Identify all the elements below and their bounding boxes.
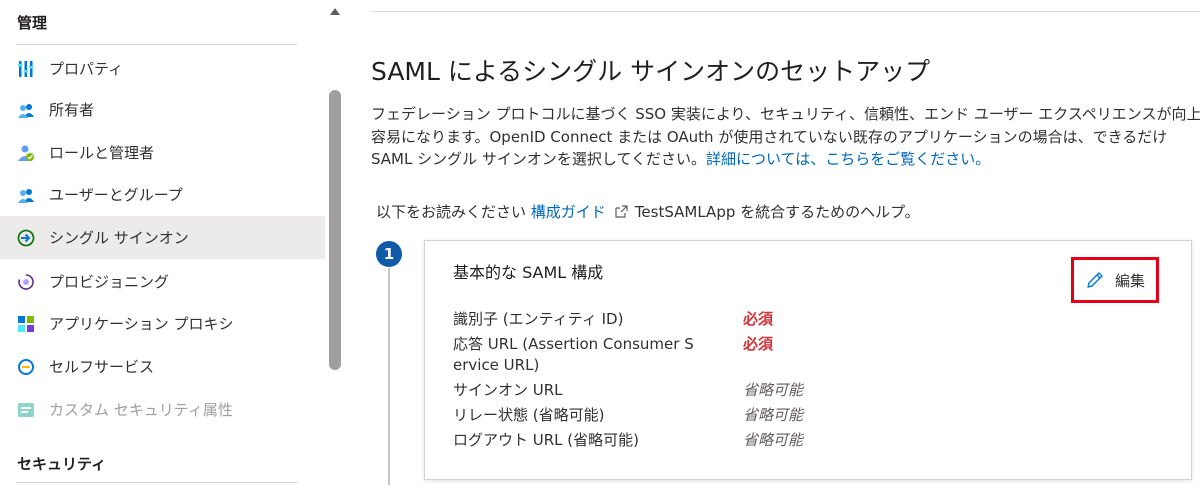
guide-prefix: 以下をお読みください: [376, 203, 527, 221]
self-service-icon: [18, 359, 34, 375]
sidebar-item-users-groups[interactable]: ユーザーとグループ: [0, 173, 325, 216]
learn-more-link[interactable]: 詳細については、こちらをご覧ください。: [706, 150, 990, 168]
field-label-relay-state: リレー状態 (省略可能): [453, 406, 605, 424]
card-title: 基本的な SAML 構成: [453, 263, 604, 282]
single-sign-on-icon: [17, 229, 35, 247]
intro-line: フェデレーション プロトコルに基づく SSO 実装により、セキュリティ、信頼性、…: [371, 105, 1200, 123]
step-connector-line: [388, 268, 390, 485]
top-divider: [370, 11, 1200, 12]
sidebar-item-custom-security-attributes[interactable]: カスタム セキュリティ属性: [0, 388, 325, 431]
field-label-reply-url-cont: ervice URL): [453, 356, 540, 374]
field-value-identifier: 必須: [743, 310, 774, 328]
guide-suffix: TestSAMLApp を統合するためのヘルプ。: [634, 203, 920, 221]
sidebar-item-properties[interactable]: プロパティ: [0, 47, 325, 90]
field-label-sign-on-url: サインオン URL: [453, 381, 563, 399]
sidebar-item-label: 所有者: [49, 101, 95, 119]
sidebar-item-label: プロパティ: [49, 60, 124, 78]
field-value-relay-state: 省略可能: [743, 406, 804, 424]
sidebar-item-label: ロールと管理者: [49, 144, 155, 162]
section-header-security: セキュリティ: [17, 455, 107, 473]
field-label-identifier: 識別子 (エンティティ ID): [453, 310, 624, 328]
field-label-reply-url: 応答 URL (Assertion Consumer S: [453, 335, 694, 353]
sidebar-item-self-service[interactable]: セルフサービス: [0, 345, 325, 388]
edit-button[interactable]: 編集: [1071, 257, 1159, 303]
section-header-manage: 管理: [17, 14, 48, 32]
sidebar-item-app-proxy[interactable]: アプリケーション プロキシ: [0, 302, 325, 345]
provisioning-icon: [18, 274, 34, 290]
sidebar-item-owners[interactable]: 所有者: [0, 88, 325, 131]
sidebar-item-label: プロビジョニング: [49, 273, 170, 291]
sidebar-scrollbar-thumb[interactable]: [329, 90, 341, 370]
field-value-sign-on-url: 省略可能: [743, 381, 804, 399]
field-label-logout-url: ログアウト URL (省略可能): [453, 431, 639, 449]
configuration-guide-line: 以下をお読みください 構成ガイド TestSAMLApp を統合するためのヘルプ…: [376, 201, 920, 222]
intro-line: 容易になります。OpenID Connect または OAuth が使用されてい…: [371, 127, 1168, 146]
field-value-logout-url: 省略可能: [743, 431, 804, 449]
app-proxy-icon: [18, 316, 34, 332]
section-divider: [17, 482, 297, 483]
sidebar-item-label: セルフサービス: [49, 358, 155, 376]
intro-line: SAML シングル サインオンを選択してください。詳細については、こちらをご覧く…: [371, 148, 1200, 171]
page-title: SAML によるシングル サインオンのセットアップ: [371, 57, 931, 86]
basic-saml-configuration-card: 基本的な SAML 構成 編集 識別子 (エンティティ ID) 必須 応答 UR…: [424, 240, 1192, 480]
external-link-icon: [615, 204, 628, 218]
sidebar-item-label: アプリケーション プロキシ: [49, 315, 234, 333]
pencil-icon: [1087, 272, 1103, 288]
section-divider: [17, 44, 297, 45]
sidebar-item-label: ユーザーとグループ: [49, 186, 183, 204]
sidebar-item-label: カスタム セキュリティ属性: [49, 401, 233, 419]
intro-paragraph: フェデレーション プロトコルに基づく SSO 実装により、セキュリティ、信頼性、…: [371, 103, 1200, 171]
sidebar-item-single-sign-on[interactable]: シングル サインオン: [0, 216, 325, 259]
step-number-badge: 1: [376, 241, 402, 267]
sidebar-item-roles-admins[interactable]: ロールと管理者: [0, 131, 325, 174]
owners-icon: [18, 104, 34, 118]
edit-button-label: 編集: [1115, 271, 1146, 290]
users-groups-icon: [18, 189, 34, 203]
configuration-guide-link[interactable]: 構成ガイド: [531, 201, 606, 222]
properties-icon: [18, 61, 34, 77]
roles-admins-icon: [18, 145, 34, 161]
sidebar-nav: 管理 プロパティ 所有者 ロールと管理者 ユーザーとグループ シングル サインオ…: [0, 0, 325, 485]
sidebar-item-label: シングル サインオン: [49, 229, 189, 247]
custom-security-attributes-icon: [18, 403, 34, 417]
scroll-up-arrow-icon[interactable]: [329, 6, 341, 16]
field-value-reply-url: 必須: [743, 335, 774, 353]
intro-text: SAML シングル サインオンを選択してください。: [371, 150, 706, 168]
sidebar-item-provisioning[interactable]: プロビジョニング: [0, 260, 325, 303]
